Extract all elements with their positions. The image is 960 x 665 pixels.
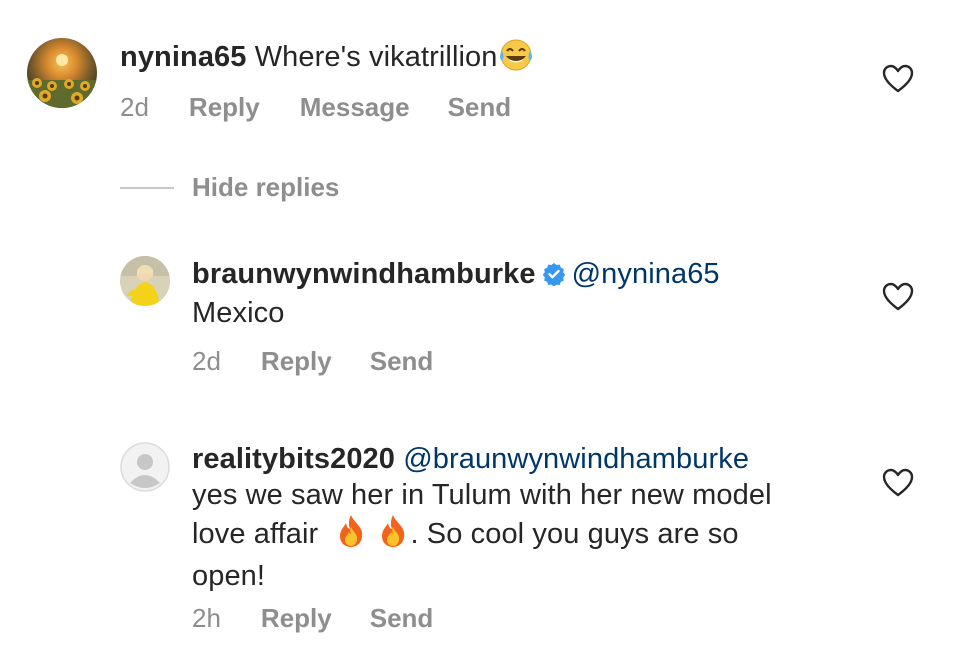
sunflower-field-avatar-image (27, 38, 97, 108)
comment-text-line-1: yes we saw her in Tulum with her new mod… (192, 479, 772, 511)
comment-text: Where's vikatrillion (254, 41, 498, 73)
reply-button[interactable]: Reply (261, 603, 332, 634)
comment-text-line-3: open! (192, 560, 266, 592)
comment-username[interactable]: nynina65 (120, 41, 247, 73)
message-button[interactable]: Message (300, 92, 410, 123)
comment-text-line-2-end: . So cool you guys are so (410, 518, 739, 550)
comment-timestamp: 2d (120, 92, 149, 122)
comment-mention[interactable]: @braunwynwindhamburke (403, 443, 749, 475)
fire-emoji-icon (376, 513, 410, 558)
like-heart-icon[interactable] (882, 282, 914, 312)
comment-meta: 2d Reply Send (192, 346, 433, 377)
like-heart-icon[interactable] (882, 64, 914, 94)
reply-button[interactable]: Reply (261, 346, 332, 377)
comment-body: nynina65 Where's vikatrillion (120, 38, 534, 81)
avatar[interactable] (120, 442, 170, 492)
send-button[interactable]: Send (370, 603, 434, 634)
comment-text-line-2-start: love affair (192, 518, 319, 550)
laughing-tears-emoji-icon (498, 38, 534, 81)
hide-replies-button[interactable]: Hide replies (120, 172, 339, 203)
comment-meta: 2d Reply Message Send (120, 92, 511, 123)
comment-timestamp: 2d (192, 346, 221, 376)
like-heart-icon[interactable] (882, 468, 914, 498)
send-button[interactable]: Send (448, 92, 512, 123)
comment-nynina65: nynina65 Where's vikatrillion 2d Reply M… (0, 0, 960, 150)
person-yellow-avatar-image (120, 256, 170, 306)
comment-username[interactable]: realitybits2020 (192, 443, 395, 475)
comment-body: realitybits2020 @braunwynwindhamburke ye… (192, 441, 772, 594)
fire-emoji-icon (334, 513, 368, 558)
comment-text: Mexico (192, 297, 285, 329)
divider-line (120, 186, 174, 189)
reply-button[interactable]: Reply (189, 92, 260, 123)
avatar[interactable] (120, 256, 170, 306)
verified-badge-icon (542, 259, 566, 295)
hide-replies-label[interactable]: Hide replies (192, 172, 339, 203)
comment-body: braunwynwindhamburke @nynina65 Mexico (192, 256, 720, 331)
avatar[interactable] (27, 38, 97, 108)
comment-username[interactable]: braunwynwindhamburke (192, 258, 536, 290)
send-button[interactable]: Send (370, 346, 434, 377)
comment-mention[interactable]: @nynina65 (572, 258, 720, 290)
comment-meta: 2h Reply Send (192, 603, 433, 634)
default-user-avatar-image (120, 442, 170, 492)
comment-timestamp: 2h (192, 603, 221, 633)
